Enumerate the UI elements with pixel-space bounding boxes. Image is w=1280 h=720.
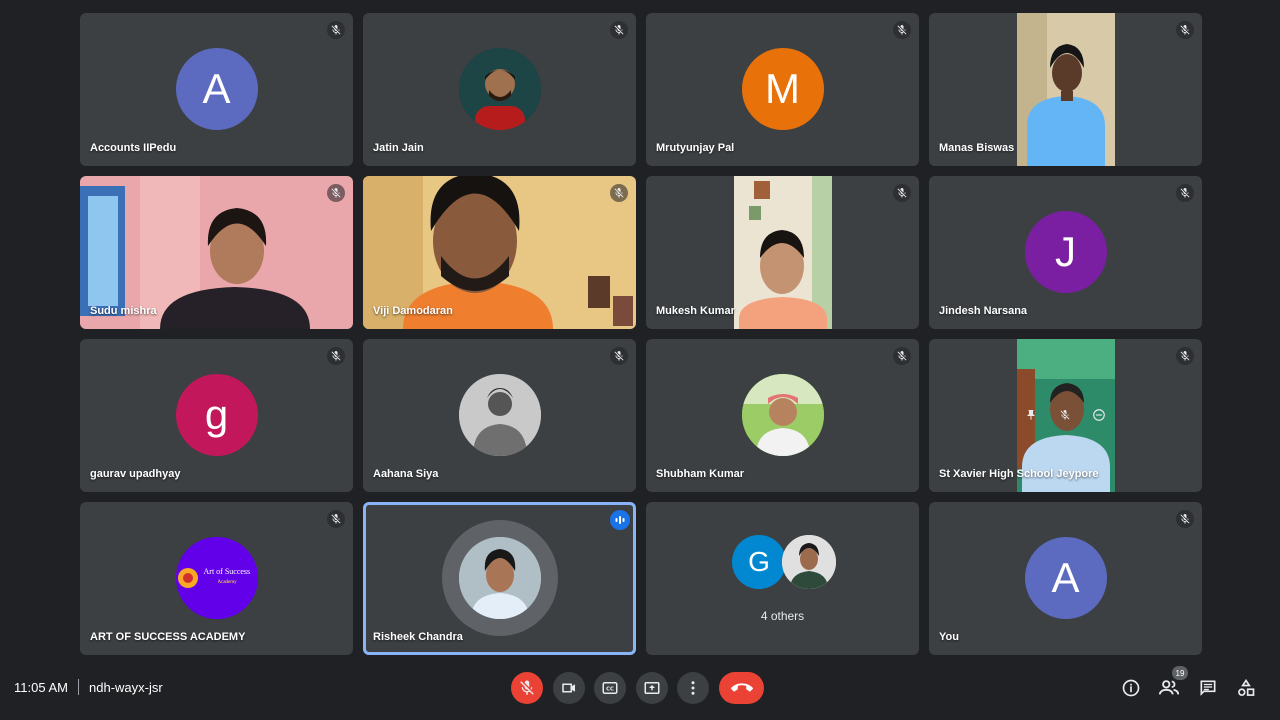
participant-tile[interactable]: A Accounts IIPedu [80, 13, 353, 166]
mic-off-icon [327, 510, 345, 528]
participant-name: Mukesh Kumar [656, 305, 735, 317]
end-call-button[interactable] [719, 672, 764, 704]
participant-tile[interactable]: Sudu mishra [80, 176, 353, 329]
remove-icon[interactable] [1091, 407, 1107, 423]
participant-tile[interactable]: Mukesh Kumar [646, 176, 919, 329]
people-icon [1158, 680, 1180, 695]
participant-name: Risheek Chandra [373, 631, 463, 643]
participant-tile[interactable]: Viji Damodaran [363, 176, 636, 329]
mic-off-icon [1176, 510, 1194, 528]
participant-tile-self[interactable]: A You [929, 502, 1202, 655]
avatar: J [1024, 211, 1107, 293]
participant-name: You [939, 631, 959, 643]
captions-icon: CC [602, 682, 618, 694]
participant-name: Mrutyunjay Pal [656, 142, 735, 154]
participant-name: Jindesh Narsana [939, 305, 1028, 317]
end-call-icon [730, 683, 753, 692]
meeting-details-button[interactable] [1120, 677, 1142, 699]
participant-name: Accounts IIPedu [90, 142, 177, 154]
participant-name: Sudu mishra [90, 305, 157, 317]
participant-name: ART OF SUCCESS ACADEMY [90, 631, 246, 643]
avatar [458, 48, 541, 130]
divider [78, 679, 79, 695]
mic-off-icon [893, 347, 911, 365]
participant-video [733, 176, 832, 329]
participant-count-badge: 19 [1172, 666, 1188, 680]
mic-off-icon [327, 21, 345, 39]
participant-tile[interactable]: Shubham Kumar [646, 339, 919, 492]
present-screen-button[interactable] [636, 672, 668, 704]
avatar: G [732, 535, 786, 589]
mic-off-icon [1176, 347, 1194, 365]
mic-off-icon [610, 347, 628, 365]
mic-off-icon [1176, 184, 1194, 202]
meeting-time: 11:05 AM [14, 680, 68, 695]
participant-tile[interactable]: Manas Biswas [929, 13, 1202, 166]
participant-name: gaurav upadhyay [90, 468, 181, 480]
participant-tile[interactable]: g gaurav upadhyay [80, 339, 353, 492]
participant-name: Viji Damodaran [373, 305, 453, 317]
avatar: g [175, 374, 258, 456]
participant-tile[interactable]: Jatin Jain [363, 13, 636, 166]
avatar: A [175, 48, 258, 130]
participant-name: Jatin Jain [373, 142, 424, 154]
speaking-indicator-icon [610, 510, 630, 530]
info-icon [1122, 679, 1140, 697]
logo-text: Art of Success [203, 567, 251, 576]
more-options-icon [691, 681, 695, 695]
camera-icon [562, 683, 575, 693]
participant-tile[interactable]: J Jindesh Narsana [929, 176, 1202, 329]
meeting-code: ndh-wayx-jsr [89, 680, 163, 695]
others-label: 4 others [760, 609, 805, 623]
mic-off-icon [893, 21, 911, 39]
avatar [458, 537, 541, 619]
avatar: Art of Success Academy [175, 537, 258, 619]
avatar [741, 374, 824, 456]
participant-tile[interactable]: Art of Success Academy ART OF SUCCESS AC… [80, 502, 353, 655]
pin-icon[interactable] [1023, 407, 1039, 423]
meeting-controls-bar: 11:05 AM ndh-wayx-jsr CC 19 [0, 664, 1280, 712]
others-tile[interactable]: G 4 others [646, 502, 919, 655]
participant-tile[interactable]: St Xavier High School Jeypore [929, 339, 1202, 492]
participant-tile[interactable]: Aahana Siya [363, 339, 636, 492]
captions-button[interactable]: CC [594, 672, 626, 704]
mic-off-icon [1176, 21, 1194, 39]
participant-name: Aahana Siya [373, 468, 439, 480]
activities-icon [1238, 678, 1255, 696]
chat-button[interactable] [1197, 677, 1219, 699]
participant-tile[interactable]: M Mrutyunjay Pal [646, 13, 919, 166]
mic-off-icon [610, 21, 628, 39]
mic-off-icon [893, 184, 911, 202]
avatar [782, 535, 836, 589]
avatar: A [1024, 537, 1107, 619]
participant-grid: A Accounts IIPedu Jatin Jain M Mrutyunja… [80, 13, 1202, 655]
avatar: M [741, 48, 824, 130]
svg-text:CC: CC [606, 687, 614, 693]
logo-subtext: Academy [217, 580, 237, 585]
present-icon [644, 682, 660, 694]
participant-name: St Xavier High School Jeypore [939, 468, 1099, 480]
mic-off-icon [327, 184, 345, 202]
avatar [458, 374, 541, 456]
mic-off-icon[interactable] [1057, 407, 1073, 423]
mic-off-icon [610, 184, 628, 202]
camera-toggle-button[interactable] [553, 672, 585, 704]
mic-off-icon [327, 347, 345, 365]
participant-name: Shubham Kumar [656, 468, 745, 480]
mic-off-icon [518, 679, 536, 697]
participant-video [1016, 13, 1115, 166]
more-options-button[interactable] [677, 672, 709, 704]
chat-icon [1200, 680, 1216, 696]
activities-button[interactable] [1235, 677, 1257, 699]
microphone-toggle-button[interactable] [511, 672, 543, 704]
participant-tile-active-speaker[interactable]: Risheek Chandra [363, 502, 636, 655]
people-button[interactable] [1158, 677, 1180, 699]
participant-name: Manas Biswas [939, 142, 1015, 154]
